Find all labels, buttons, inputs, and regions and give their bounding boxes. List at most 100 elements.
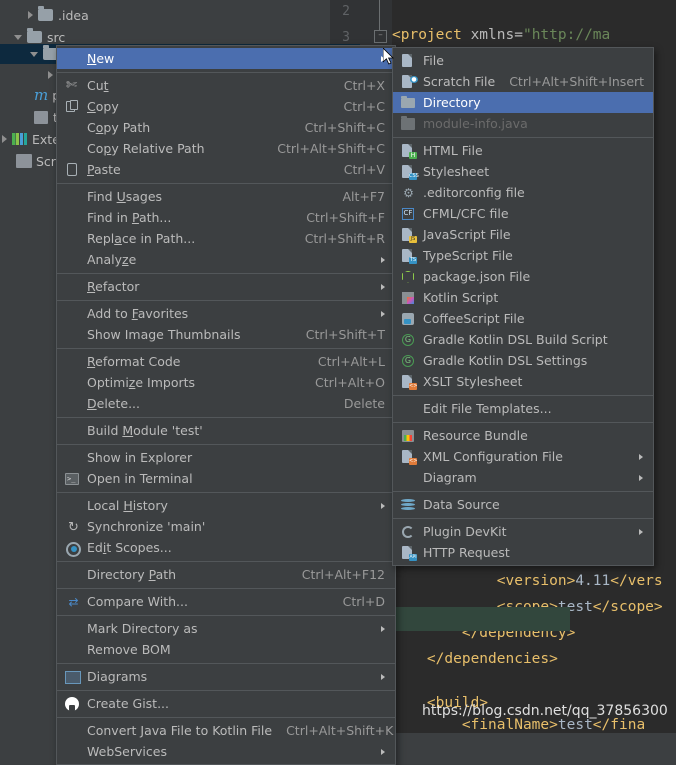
sync-icon: ↻ [68, 519, 79, 535]
new-item-gradle-kotlin-dsl-build-script[interactable]: G Gradle Kotlin DSL Build Script [393, 329, 653, 350]
menu-item-copy-relative-path[interactable]: Copy Relative Path Ctrl+Alt+Shift+C [57, 138, 395, 159]
new-item-scratch-file[interactable]: ● Scratch File Ctrl+Alt+Shift+Insert [393, 71, 653, 92]
menu-item-synchronize-main[interactable]: ↻ Synchronize 'main' [57, 516, 395, 537]
menu-item-label: Kotlin Script [423, 290, 499, 305]
menu-item-cut[interactable]: ✄ Cut Ctrl+X [57, 75, 395, 96]
new-item-edit-file-templates[interactable]: Edit File Templates... [393, 398, 653, 419]
new-item-editorconfig-file[interactable]: ⚙ .editorconfig file [393, 182, 653, 203]
menu-item-label: Plugin DevKit [423, 524, 507, 539]
menu-item-shortcut: Ctrl+X [343, 78, 385, 93]
menu-item-label: .editorconfig file [423, 185, 525, 200]
new-item-diagram[interactable]: Diagram [393, 467, 653, 488]
fold-collapse-icon[interactable]: – [374, 30, 387, 43]
menu-item-find-usages[interactable]: Find Usages Alt+F7 [57, 186, 395, 207]
new-item-http-request[interactable]: API HTTP Request [393, 542, 653, 563]
cut-icon: ✄ [66, 77, 77, 93]
js-file-icon: JS [398, 227, 418, 243]
new-item-directory[interactable]: Directory [393, 92, 653, 113]
chevron-right-icon [639, 528, 643, 535]
menu-item-build-module-test[interactable]: Build Module 'test' [57, 420, 395, 441]
menu-item-create-gist[interactable]: Create Gist... [57, 693, 395, 714]
menu-item-label: New [87, 51, 115, 66]
menu-item-find-in-path[interactable]: Find in Path... Ctrl+Shift+F [57, 207, 395, 228]
new-submenu[interactable]: File ● Scratch File Ctrl+Alt+Shift+Insert Di… [392, 47, 654, 566]
menu-item-new[interactable]: New [57, 48, 395, 69]
xslt-icon: <> [398, 374, 418, 390]
chevron-down-icon[interactable] [30, 51, 38, 57]
menu-item-copy-path[interactable]: Copy Path Ctrl+Shift+C [57, 117, 395, 138]
menu-item-replace-in-path[interactable]: Replace in Path... Ctrl+Shift+R [57, 228, 395, 249]
menu-item-optimize-imports[interactable]: Optimize Imports Ctrl+Alt+O [57, 372, 395, 393]
chevron-down-icon[interactable] [14, 34, 22, 40]
new-item-file[interactable]: File [393, 50, 653, 71]
chevron-right-icon[interactable] [28, 11, 33, 19]
java-file-icon [398, 115, 418, 132]
menu-item-label: Delete... [87, 396, 141, 411]
menu-separator [57, 183, 395, 184]
menu-item-edit-scopes[interactable]: Edit Scopes... [57, 537, 395, 558]
menu-item-label: Cut [87, 78, 109, 93]
new-item-gradle-kotlin-dsl-settings[interactable]: G Gradle Kotlin DSL Settings [393, 350, 653, 371]
new-item-xml-configuration-file[interactable]: <> XML Configuration File [393, 446, 653, 467]
file-icon [398, 53, 418, 69]
menu-item-open-in-terminal[interactable]: >_ Open in Terminal [57, 468, 395, 489]
no-icon [62, 723, 82, 739]
menu-item-shortcut: Ctrl+Alt+L [317, 354, 385, 369]
github-icon [62, 696, 82, 712]
menu-item-compare-with[interactable]: ⇄ Compare With... Ctrl+D [57, 591, 395, 612]
css-file-icon: CSS [398, 164, 419, 180]
new-item-data-source[interactable]: Data Source [393, 494, 653, 515]
menu-item-diagrams[interactable]: Diagrams [57, 666, 395, 687]
menu-item-shortcut: Ctrl+Alt+Shift+K [286, 723, 394, 738]
tree-item-idea[interactable]: .idea [0, 4, 358, 26]
no-icon [62, 252, 82, 268]
no-icon [62, 141, 82, 157]
menu-item-label: Remove BOM [87, 642, 171, 657]
menu-item-show-in-explorer[interactable]: Show in Explorer [57, 447, 395, 468]
new-item-typescript-file[interactable]: TS TypeScript File [393, 245, 653, 266]
menu-item-label: JavaScript File [423, 227, 511, 242]
new-item-kotlin-script[interactable]: Kotlin Script [393, 287, 653, 308]
menu-item-webservices[interactable]: WebServices [57, 741, 395, 762]
new-item-stylesheet[interactable]: CSS Stylesheet [393, 161, 653, 182]
menu-item-copy[interactable]: Copy Ctrl+C [57, 96, 395, 117]
context-menu[interactable]: New ✄ Cut Ctrl+X Copy Ctrl+C Copy Path Ctrl+Shi… [56, 45, 396, 765]
no-icon [62, 279, 82, 295]
menu-item-label: Build Module 'test' [87, 423, 203, 438]
new-item-coffeescript-file[interactable]: CoffeeScript File [393, 308, 653, 329]
menu-item-mark-directory-as[interactable]: Mark Directory as [57, 618, 395, 639]
new-item-resource-bundle[interactable]: Resource Bundle [393, 425, 653, 446]
menu-item-label: WebServices [87, 744, 167, 759]
chevron-right-icon[interactable] [2, 135, 7, 143]
chevron-right-icon[interactable] [48, 71, 53, 79]
watermark-text: https://blog.csdn.net/qq_37856300 [422, 703, 668, 719]
menu-item-local-history[interactable]: Local History [57, 495, 395, 516]
menu-item-paste[interactable]: Paste Ctrl+V [57, 159, 395, 180]
menu-item-label: Find in Path... [87, 210, 172, 225]
new-item-plugin-devkit[interactable]: Plugin DevKit [393, 521, 653, 542]
scratches-icon [16, 154, 32, 168]
menu-item-convert-java-file-to-kotlin-file[interactable]: Convert Java File to Kotlin File Ctrl+Alt… [57, 720, 395, 741]
new-item-html-file[interactable]: H HTML File [393, 140, 653, 161]
menu-item-refactor[interactable]: Refactor [57, 276, 395, 297]
libraries-icon [12, 133, 27, 145]
menu-item-directory-path[interactable]: Directory Path Ctrl+Alt+F12 [57, 564, 395, 585]
menu-separator [57, 300, 395, 301]
menu-item-delete[interactable]: Delete... Delete [57, 393, 395, 414]
menu-item-label: Find Usages [87, 189, 163, 204]
gradle-icon: G [398, 353, 418, 369]
new-item-cfml-cfc-file[interactable]: CF CFML/CFC file [393, 203, 653, 224]
plugin-icon [398, 524, 418, 540]
menu-item-reformat-code[interactable]: Reformat Code Ctrl+Alt+L [57, 351, 395, 372]
menu-item-label: Gradle Kotlin DSL Build Script [423, 332, 608, 347]
new-item-javascript-file[interactable]: JS JavaScript File [393, 224, 653, 245]
new-item-xslt-stylesheet[interactable]: <> XSLT Stylesheet [393, 371, 653, 392]
menu-item-analyze[interactable]: Analyze [57, 249, 395, 270]
editorconfig-icon: ⚙ [403, 185, 414, 200]
menu-item-shortcut: Ctrl+Alt+F12 [301, 567, 385, 582]
menu-item-add-to-favorites[interactable]: Add to Favorites [57, 303, 395, 324]
menu-item-show-image-thumbnails[interactable]: Show Image Thumbnails Ctrl+Shift+T [57, 324, 395, 345]
http-request-icon: API [398, 545, 418, 561]
new-item-package-json-file[interactable]: package.json File [393, 266, 653, 287]
menu-item-remove-bom[interactable]: Remove BOM [57, 639, 395, 660]
